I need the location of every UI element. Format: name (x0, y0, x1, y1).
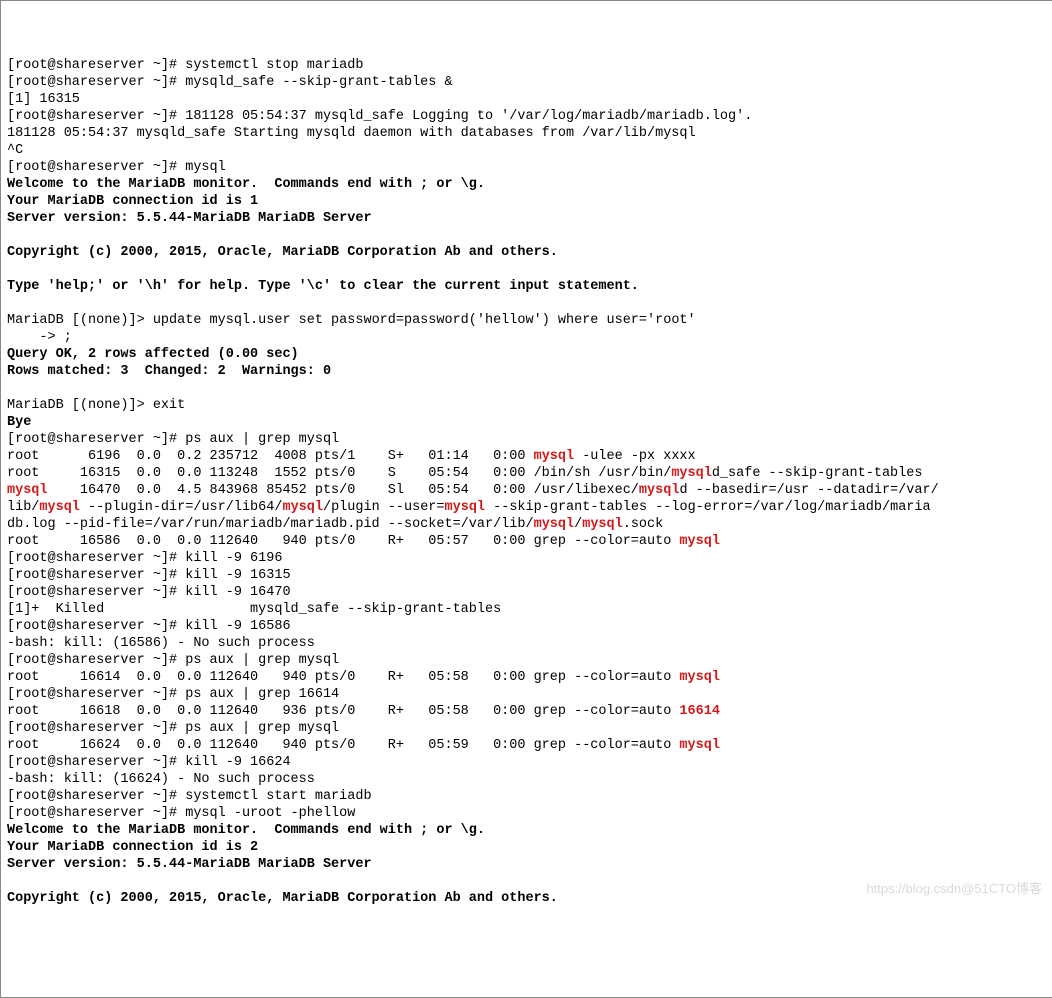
hl-mysql: mysql (679, 534, 720, 549)
shell-prompt: [root@shareserver ~]# (7, 789, 185, 804)
ps-row: root 16618 0.0 0.0 112640 936 pts/0 R+ 0… (7, 704, 679, 719)
welcome-line: Welcome to the MariaDB monitor. Commands… (7, 177, 485, 192)
cmd-kill: kill -9 16586 (185, 619, 290, 634)
hl-mysql: mysql (534, 449, 575, 464)
shell-prompt: [root@shareserver ~]# (7, 653, 185, 668)
ps-row: root 16315 0.0 0.0 113248 1552 pts/0 S 0… (7, 466, 671, 481)
mariadb-prompt: MariaDB [(none)]> (7, 313, 153, 328)
hl-mysql: mysql (39, 500, 80, 515)
shell-prompt: [root@shareserver ~]# (7, 585, 185, 600)
shell-prompt: [root@shareserver ~]# (7, 58, 185, 73)
ps-row: root 16614 0.0 0.0 112640 940 pts/0 R+ 0… (7, 670, 679, 685)
cmd-login: mysql -uroot -phellow (185, 806, 355, 821)
shell-prompt: [root@shareserver ~]# (7, 755, 185, 770)
ps-row: root 16624 0.0 0.0 112640 940 pts/0 R+ 0… (7, 738, 679, 753)
cmd-mysql: mysql (185, 160, 226, 175)
cmd-psaux: ps aux | grep mysql (185, 653, 339, 668)
cmd-kill: kill -9 16470 (185, 585, 290, 600)
shell-prompt: [root@shareserver ~]# (7, 75, 185, 90)
server-version: Server version: 5.5.44-MariaDB MariaDB S… (7, 857, 372, 872)
cmd-kill: kill -9 6196 (185, 551, 282, 566)
no-such-process: -bash: kill: (16624) - No such process (7, 772, 315, 787)
cmd-psaux: ps aux | grep 16614 (185, 687, 339, 702)
terminal-output: [root@shareserver ~]# systemctl stop mar… (7, 57, 1047, 907)
query-ok: Query OK, 2 rows affected (0.00 sec) (7, 347, 299, 362)
rows-matched: Rows matched: 3 Changed: 2 Warnings: 0 (7, 364, 331, 379)
shell-prompt: [root@shareserver ~]# (7, 160, 185, 175)
welcome-line: Welcome to the MariaDB monitor. Commands… (7, 823, 485, 838)
connection-id: Your MariaDB connection id is 1 (7, 194, 258, 209)
copyright-line: Copyright (c) 2000, 2015, Oracle, MariaD… (7, 891, 558, 906)
shell-prompt: [root@shareserver ~]# (7, 687, 185, 702)
cont-prompt: -> (7, 330, 64, 345)
shell-prompt: [root@shareserver ~]# (7, 551, 185, 566)
ps-row: root 16586 0.0 0.0 112640 940 pts/0 R+ 0… (7, 534, 679, 549)
hl-mysql: mysql (582, 517, 623, 532)
hl-mysql: mysql (445, 500, 486, 515)
log-line: 181128 05:54:37 mysqld_safe Logging to '… (185, 109, 752, 124)
cmd-kill: kill -9 16315 (185, 568, 290, 583)
cmd-start: systemctl start mariadb (185, 789, 371, 804)
cmd-psaux: ps aux | grep mysql (185, 721, 339, 736)
ps-row: root 6196 0.0 0.2 235712 4008 pts/1 S+ 0… (7, 449, 534, 464)
killed-line: [1]+ Killed mysqld_safe --skip-grant-tab… (7, 602, 501, 617)
hl-mysql: mysql (534, 517, 575, 532)
hl-pid: 16614 (679, 704, 720, 719)
mariadb-prompt: MariaDB [(none)]> (7, 398, 153, 413)
shell-prompt: [root@shareserver ~]# (7, 432, 185, 447)
sql-semi: ; (64, 330, 72, 345)
hl-mysql: mysql (679, 670, 720, 685)
ctrl-c: ^C (7, 143, 23, 158)
shell-prompt: [root@shareserver ~]# (7, 109, 185, 124)
help-line: Type 'help;' or '\h' for help. Type '\c'… (7, 279, 639, 294)
shell-prompt: [root@shareserver ~]# (7, 721, 185, 736)
hl-mysql: mysql (639, 483, 680, 498)
hl-mysql: mysql (7, 483, 48, 498)
cmd-kill: kill -9 16624 (185, 755, 290, 770)
shell-prompt: [root@shareserver ~]# (7, 806, 185, 821)
hl-mysql: mysql (671, 466, 712, 481)
server-version: Server version: 5.5.44-MariaDB MariaDB S… (7, 211, 372, 226)
log-line: 181128 05:54:37 mysqld_safe Starting mys… (7, 126, 696, 141)
connection-id: Your MariaDB connection id is 2 (7, 840, 258, 855)
bye: Bye (7, 415, 31, 430)
cmd-psaux: ps aux | grep mysql (185, 432, 339, 447)
job-id: [1] 16315 (7, 92, 80, 107)
sql-update: update mysql.user set password=password(… (153, 313, 696, 328)
cmd-exit: exit (153, 398, 185, 413)
cmd-safe: mysqld_safe --skip-grant-tables & (185, 75, 452, 90)
shell-prompt: [root@shareserver ~]# (7, 568, 185, 583)
copyright-line: Copyright (c) 2000, 2015, Oracle, MariaD… (7, 245, 558, 260)
watermark: https://blog.csdn@51CTO博客 (866, 880, 1042, 897)
shell-prompt: [root@shareserver ~]# (7, 619, 185, 634)
hl-mysql: mysql (282, 500, 323, 515)
cmd-stop-mariadb: systemctl stop mariadb (185, 58, 363, 73)
no-such-process: -bash: kill: (16586) - No such process (7, 636, 315, 651)
hl-mysql: mysql (679, 738, 720, 753)
